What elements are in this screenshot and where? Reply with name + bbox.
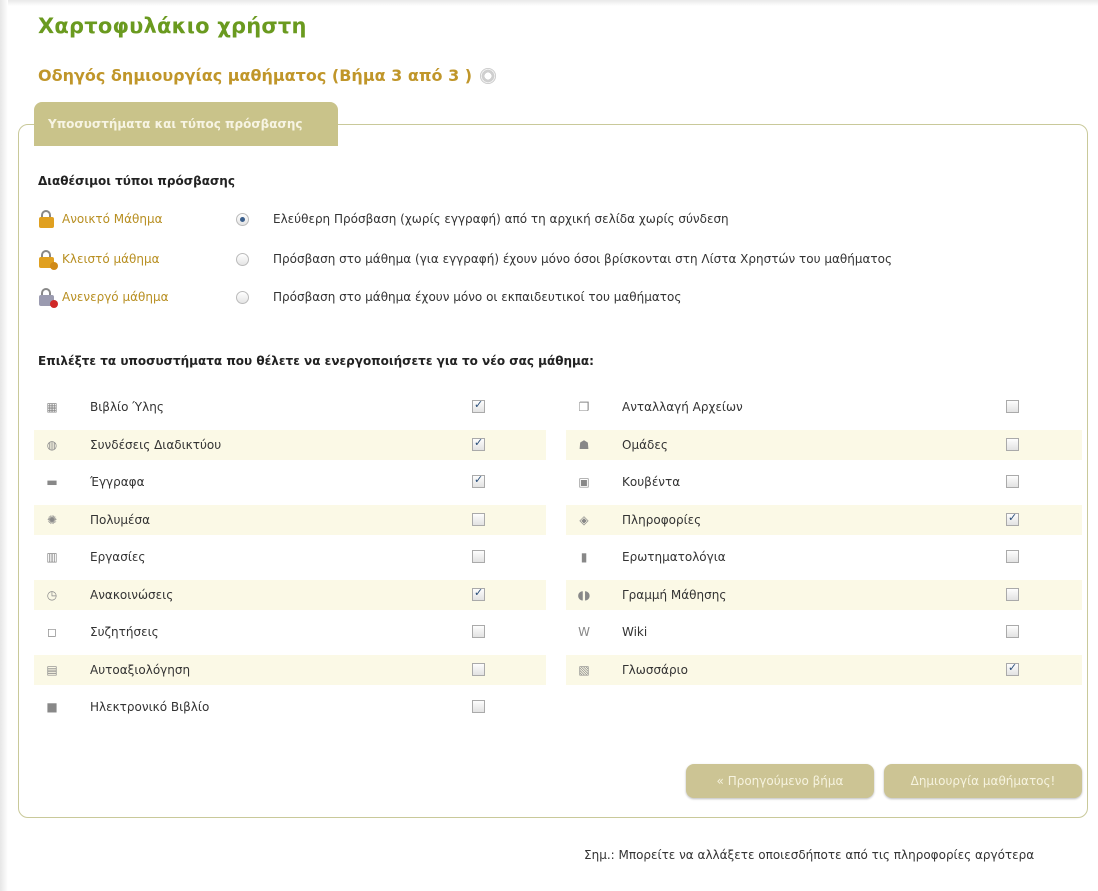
quiz-icon: ▤ <box>46 663 58 677</box>
module-row: ▮ Ερωτηματολόγια <box>566 542 1082 572</box>
module-label: Βιβλίο Ύλης <box>90 400 164 414</box>
module-row: ◖◗ Γραμμή Μάθησης <box>566 580 1082 610</box>
left-shadow <box>0 0 8 891</box>
footnote: Σημ.: Μπορείτε να αλλάξετε οποιεσδήποτε … <box>584 848 1035 862</box>
module-label: Αυτοαξιολόγηση <box>90 663 191 677</box>
module-row: ☗ Ομάδες <box>566 430 1082 460</box>
access-radio[interactable] <box>236 212 249 226</box>
module-label: Πολυμέσα <box>90 513 151 527</box>
access-option-3[interactable]: Ανενεργό μάθημα Πρόσβαση στο μάθημα έχουν… <box>38 286 681 308</box>
glossary-icon: ▧ <box>578 663 590 677</box>
tag-icon: ◈ <box>579 513 589 527</box>
module-label: Ανταλλαγή Αρχείων <box>622 400 743 414</box>
module-row: ▦ Βιβλίο Ύλης <box>34 392 546 422</box>
module-row: ▬ Έγγραφα <box>34 467 546 497</box>
module-row: ◷ Ανακοινώσεις <box>34 580 546 610</box>
help-icon[interactable] <box>480 67 497 84</box>
page: Χαρτοφυλάκιο χρήστη Οδηγός δημιουργίας μ… <box>0 0 1098 891</box>
module-checkbox[interactable] <box>1006 588 1019 601</box>
modules-heading: Επιλέξτε τα υποσυστήματα που θέλετε να ε… <box>38 354 594 368</box>
module-row: ▧ Γλωσσάριο <box>566 655 1082 685</box>
module-checkbox[interactable] <box>472 663 485 676</box>
module-row: ▣ Κουβέντα <box>566 467 1082 497</box>
access-radio[interactable] <box>236 252 249 266</box>
module-checkbox[interactable] <box>472 550 485 563</box>
access-option-label: Κλειστό μάθημα <box>62 252 160 266</box>
access-option-1[interactable]: Ανοικτό Μάθημα Ελεύθερη Πρόσβαση (χωρίς ε… <box>38 208 729 230</box>
module-row: ◻ Συζητήσεις <box>34 617 546 647</box>
wizard-step-label: Οδηγός δημιουργίας μαθήματος (Βήμα 3 από… <box>38 66 473 85</box>
module-row: ▤ Αυτοαξιολόγηση <box>34 655 546 685</box>
group-icon: ☗ <box>578 438 590 452</box>
module-row: ▥ Εργασίες <box>34 542 546 572</box>
module-checkbox[interactable] <box>472 625 485 638</box>
module-checkbox[interactable] <box>472 586 485 601</box>
film-reel-icon: ✺ <box>46 513 58 527</box>
folder-icon: ▬ <box>46 475 58 489</box>
module-label: Έγγραφα <box>90 475 145 489</box>
create-course-button[interactable]: Δημιουργία μαθήματος! <box>884 764 1082 798</box>
open-lock-icon <box>38 210 56 228</box>
module-row: ❐ Ανταλλαγή Αρχείων <box>566 392 1082 422</box>
module-row: ■ Ηλεκτρονικό Βιβλίο <box>34 692 546 722</box>
file-exchange-icon: ❐ <box>578 400 590 414</box>
module-checkbox[interactable] <box>1006 475 1019 488</box>
module-row: ◍ Συνδέσεις Διαδικτύου <box>34 430 546 460</box>
access-option-2[interactable]: Κλειστό μάθημα Πρόσβαση στο μάθημα (για ε… <box>38 248 892 270</box>
module-checkbox[interactable] <box>472 513 485 526</box>
module-checkbox[interactable] <box>472 700 485 713</box>
panel-tab: Υποσυστήματα και τύπος πρόσβασης <box>34 102 338 146</box>
access-option-label: Ανοικτό Μάθημα <box>62 212 163 226</box>
module-label: Συζητήσεις <box>90 625 159 639</box>
questionnaire-icon: ▮ <box>580 550 588 564</box>
module-row: ◈ Πληροφορίες <box>566 505 1082 535</box>
top-shadow <box>0 0 1098 6</box>
module-label: Κουβέντα <box>622 475 681 489</box>
page-title: Χαρτοφυλάκιο χρήστη <box>38 14 307 38</box>
module-label: Ανακοινώσεις <box>90 588 174 602</box>
access-option-description: Πρόσβαση στο μάθημα έχουν μόνο οι εκπαιδ… <box>273 290 682 304</box>
ebook-icon: ■ <box>46 700 58 714</box>
wizard-subtitle: Οδηγός δημιουργίας μαθήματος (Βήμα 3 από… <box>38 66 497 85</box>
module-label: Ερωτηματολόγια <box>622 550 726 564</box>
module-checkbox[interactable] <box>472 473 485 488</box>
access-radio[interactable] <box>236 290 249 304</box>
book-icon: ▥ <box>46 550 58 564</box>
clock-icon: ◷ <box>46 588 58 602</box>
module-label: Συνδέσεις Διαδικτύου <box>90 438 222 452</box>
speech-bubble-icon: ◻ <box>47 625 57 639</box>
module-checkbox[interactable] <box>1006 550 1019 563</box>
access-option-description: Ελεύθερη Πρόσβαση (χωρίς εγγραφή) από τη… <box>273 212 729 226</box>
module-checkbox[interactable] <box>472 398 485 413</box>
inactive-lock-icon <box>38 288 58 308</box>
module-label: Πληροφορίες <box>622 513 702 527</box>
footprints-icon: ◖◗ <box>577 588 591 602</box>
module-checkbox[interactable] <box>1006 661 1019 676</box>
module-label: Ηλεκτρονικό Βιβλίο <box>90 700 210 714</box>
module-checkbox[interactable] <box>1006 400 1019 413</box>
module-checkbox[interactable] <box>1006 438 1019 451</box>
calendar-icon: ▦ <box>46 400 58 414</box>
wiki-icon: W <box>578 625 590 639</box>
previous-step-button[interactable]: « Προηγούμενο βήμα <box>686 764 874 798</box>
module-checkbox[interactable] <box>472 436 485 451</box>
module-checkbox[interactable] <box>1006 625 1019 638</box>
module-label: Γλωσσάριο <box>622 663 688 677</box>
chat-icon: ▣ <box>578 475 590 489</box>
module-row: W Wiki <box>566 617 1082 647</box>
globe-icon: ◍ <box>46 438 58 452</box>
module-label: Γραμμή Μάθησης <box>622 588 727 602</box>
module-row: ✺ Πολυμέσα <box>34 505 546 535</box>
module-checkbox[interactable] <box>1006 511 1019 526</box>
module-label: Εργασίες <box>90 550 146 564</box>
access-option-description: Πρόσβαση στο μάθημα (για εγγραφή) έχουν … <box>273 252 892 266</box>
module-label: Wiki <box>622 625 648 639</box>
module-label: Ομάδες <box>622 438 668 452</box>
closed-lock-icon <box>38 250 58 270</box>
access-option-label: Ανενεργό μάθημα <box>62 290 169 304</box>
access-types-heading: Διαθέσιμοι τύποι πρόσβασης <box>38 174 235 188</box>
